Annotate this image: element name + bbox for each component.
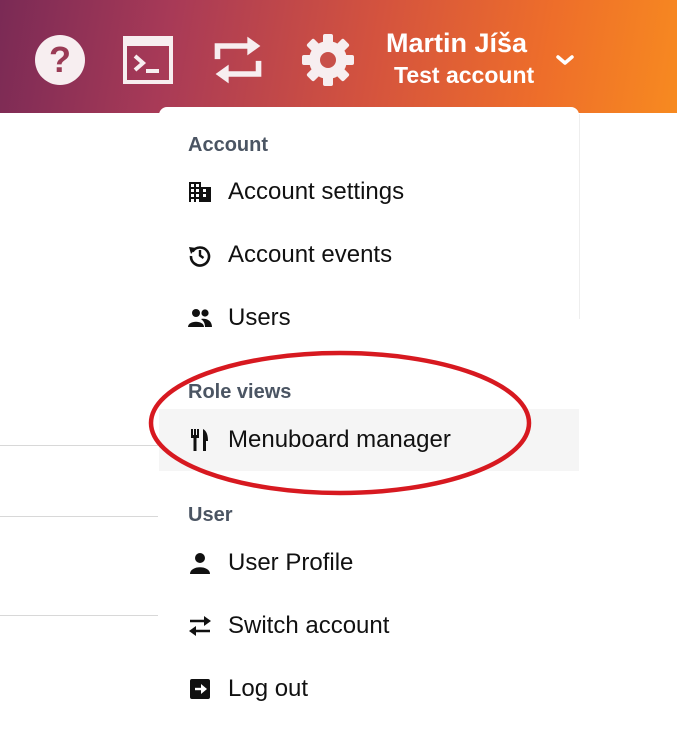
user-icon xyxy=(187,550,213,576)
menu-item-label: Log out xyxy=(228,675,309,702)
top-header: ? Martin Jíša Test account xyxy=(0,0,677,113)
menu-item-menuboard-manager[interactable]: Menuboard manager xyxy=(159,409,579,471)
background-divider xyxy=(579,114,580,319)
svg-text:?: ? xyxy=(49,39,71,80)
background-divider xyxy=(0,615,158,616)
menu-item-switch-account[interactable]: Switch account xyxy=(159,595,579,657)
swap-icon xyxy=(187,613,213,639)
utensils-icon xyxy=(187,427,213,453)
chevron-down-icon[interactable] xyxy=(552,48,578,72)
menu-item-label: User Profile xyxy=(228,549,354,576)
background-divider xyxy=(0,445,158,446)
section-title-account: Account xyxy=(188,134,268,156)
account-name: Test account xyxy=(394,62,535,88)
sync-icon[interactable] xyxy=(210,30,266,90)
building-icon xyxy=(187,179,213,205)
background-divider xyxy=(0,516,158,517)
menu-item-label: Switch account xyxy=(228,612,390,639)
menu-item-log-out[interactable]: Log out xyxy=(159,658,579,720)
users-icon xyxy=(187,305,213,331)
history-icon xyxy=(187,242,213,268)
menu-item-label: Menuboard manager xyxy=(228,426,451,453)
help-icon[interactable]: ? xyxy=(32,30,88,90)
logout-icon xyxy=(187,676,213,702)
menu-item-account-settings[interactable]: Account settings xyxy=(159,161,579,223)
menu-item-account-events[interactable]: Account events xyxy=(159,224,579,286)
user-name: Martin Jíša xyxy=(386,28,528,58)
menu-item-label: Users xyxy=(228,304,291,331)
user-account-switcher[interactable]: Martin Jíša Test account xyxy=(386,26,534,90)
gear-icon[interactable] xyxy=(300,30,356,90)
section-title-user: User xyxy=(188,504,233,526)
section-title-role-views: Role views xyxy=(188,381,292,403)
terminal-icon[interactable] xyxy=(120,30,176,90)
menu-item-label: Account events xyxy=(228,241,393,268)
account-dropdown-menu: Account Account settings Account events xyxy=(159,107,579,750)
menu-item-user-profile[interactable]: User Profile xyxy=(159,532,579,594)
menu-item-label: Account settings xyxy=(228,178,405,205)
menu-item-users[interactable]: Users xyxy=(159,287,579,349)
